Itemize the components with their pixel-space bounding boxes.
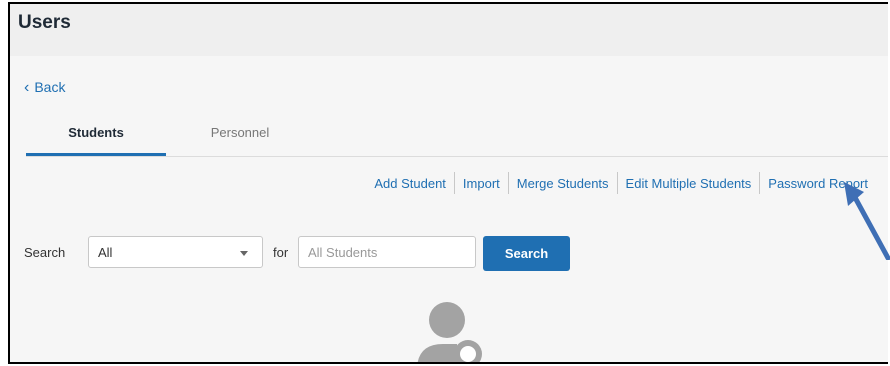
tab-divider [26,156,888,157]
search-label: Search [24,245,66,260]
page-title: Users [18,12,71,33]
add-student-link[interactable]: Add Student [368,176,452,191]
edit-multiple-students-link[interactable]: Edit Multiple Students [620,176,758,191]
chevron-left-icon: ‹ [24,79,30,96]
import-link[interactable]: Import [457,176,506,191]
for-label: for [273,245,289,260]
tab-students[interactable]: Students [26,125,166,140]
action-divider [453,172,455,194]
tab-personnel[interactable]: Personnel [170,125,310,140]
caret-down-icon [240,251,248,256]
back-link[interactable]: ‹ Back [24,79,65,97]
back-label: Back [34,79,66,95]
merge-students-link[interactable]: Merge Students [511,176,615,191]
search-scope-select[interactable]: All [88,236,263,268]
search-input[interactable] [298,236,476,268]
action-divider [759,172,761,194]
action-bar: Add Student Import Merge Students Edit M… [368,172,874,194]
search-button[interactable]: Search [483,236,570,271]
search-scope-value: All [98,245,113,260]
users-page: Users ‹ Back Students Personnel Add Stude… [8,2,888,364]
arrow-annotation-icon [844,182,890,260]
page-header: Users [10,4,888,56]
user-search-icon [417,302,487,362]
action-divider [616,172,618,194]
action-divider [507,172,509,194]
